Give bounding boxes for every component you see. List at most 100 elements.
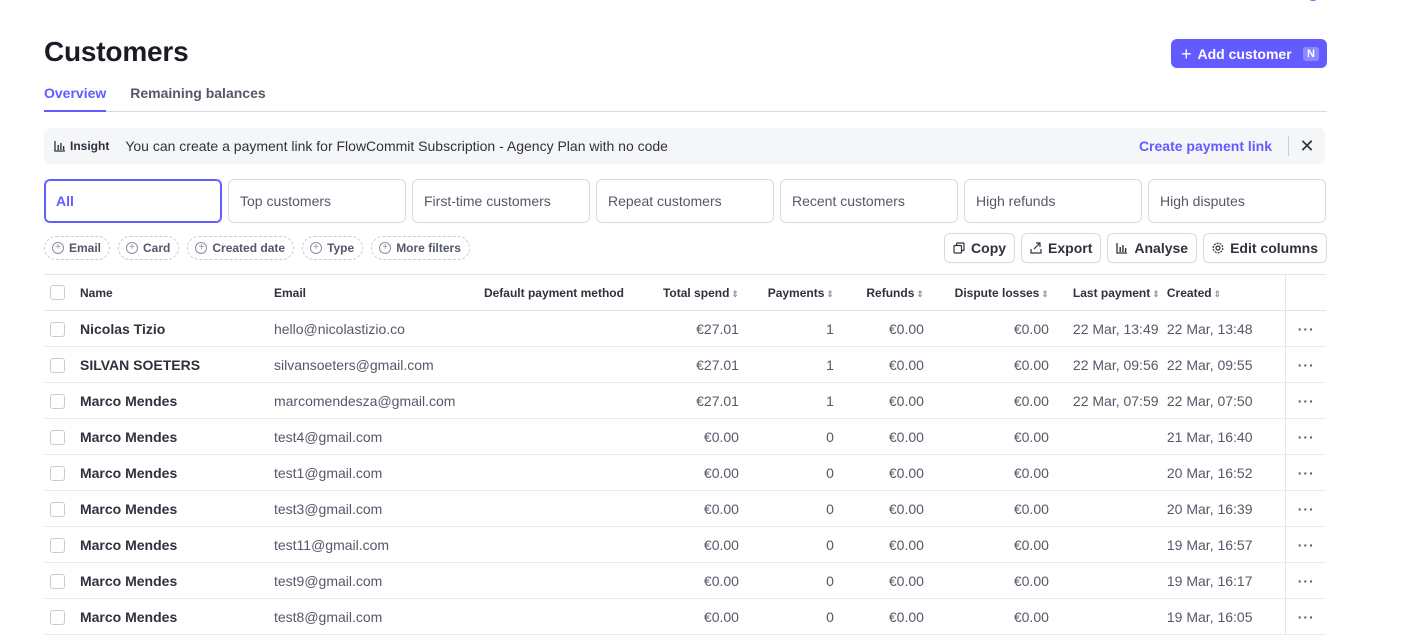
customer-name[interactable]: Marco Mendes bbox=[79, 562, 274, 599]
column-last-payment[interactable]: Last payment ⇕ bbox=[1048, 274, 1167, 311]
insight-tag: Insight bbox=[70, 139, 110, 153]
row-checkbox[interactable] bbox=[50, 501, 65, 517]
row-checkbox[interactable] bbox=[50, 321, 65, 337]
column-payments[interactable]: Payments ⇕ bbox=[738, 274, 834, 311]
column-dispute-losses[interactable]: Dispute losses ⇕ bbox=[923, 274, 1049, 311]
plus-circle-icon: + bbox=[379, 242, 392, 254]
sort-icon: ⇕ bbox=[731, 288, 739, 299]
more-icon[interactable]: ··· bbox=[1285, 418, 1326, 455]
export-button[interactable]: Export bbox=[1021, 233, 1102, 263]
row-checkbox[interactable] bbox=[50, 609, 65, 625]
table-row[interactable]: Marco Mendes test9@gmail.com €0.00 0 €0.00 €0… bbox=[44, 562, 1326, 599]
customer-dispute-losses: €0.00 bbox=[923, 418, 1049, 455]
table-row[interactable]: Nicolas Tizio hello@nicolastizio.co €27.01… bbox=[44, 310, 1326, 347]
customer-payments: 0 bbox=[738, 526, 834, 563]
filter-more[interactable]: + More filters bbox=[371, 236, 470, 260]
table-row[interactable]: Marco Mendes marcomendesza@gmail.com €27.0… bbox=[44, 382, 1326, 419]
edit-columns-button[interactable]: Edit columns bbox=[1203, 233, 1327, 263]
column-actions bbox=[1285, 274, 1326, 311]
bar-chart-icon bbox=[1116, 243, 1128, 254]
segment-repeat-customers[interactable]: Repeat customers bbox=[596, 179, 774, 223]
customer-dispute-losses: €0.00 bbox=[923, 526, 1049, 563]
create-payment-link[interactable]: Create payment link bbox=[1139, 136, 1289, 156]
customer-dispute-losses: €0.00 bbox=[923, 562, 1049, 599]
column-default-payment-method[interactable]: Default payment method bbox=[473, 274, 624, 311]
more-icon[interactable]: ··· bbox=[1285, 382, 1326, 419]
table-row[interactable]: Marco Mendes test8@gmail.com €0.00 0 €0.00 €0… bbox=[44, 598, 1326, 635]
table-row[interactable]: Marco Mendes test4@gmail.com €0.00 0 €0.00 €0… bbox=[44, 418, 1326, 455]
row-checkbox[interactable] bbox=[50, 357, 65, 373]
filter-email[interactable]: + Email bbox=[44, 236, 111, 260]
filter-card[interactable]: + Card bbox=[118, 236, 180, 260]
segment-recent-customers[interactable]: Recent customers bbox=[780, 179, 958, 223]
customer-payment-method bbox=[473, 310, 624, 347]
customer-payments: 0 bbox=[738, 490, 834, 527]
close-icon[interactable]: ✕ bbox=[1299, 137, 1315, 155]
table-row[interactable]: Marco Mendes test1@gmail.com €0.00 0 €0.00 €0… bbox=[44, 454, 1326, 491]
customer-refunds: €0.00 bbox=[833, 382, 924, 419]
customer-name[interactable]: Marco Mendes bbox=[79, 382, 274, 419]
customer-name[interactable]: Marco Mendes bbox=[79, 526, 274, 563]
customer-created: 20 Mar, 16:52 bbox=[1166, 454, 1286, 491]
segment-top-customers[interactable]: Top customers bbox=[228, 179, 406, 223]
more-icon[interactable]: ··· bbox=[1285, 526, 1326, 563]
segment-high-disputes[interactable]: High disputes bbox=[1148, 179, 1326, 223]
segment-high-refunds[interactable]: High refunds bbox=[964, 179, 1142, 223]
customer-total-spend: €0.00 bbox=[623, 598, 739, 635]
customer-name[interactable]: SILVAN SOETERS bbox=[79, 346, 274, 383]
segment-all[interactable]: All bbox=[44, 179, 222, 223]
customer-dispute-losses: €0.00 bbox=[923, 454, 1049, 491]
add-customer-button[interactable]: + Add customer N bbox=[1171, 39, 1327, 68]
customer-name[interactable]: Nicolas Tizio bbox=[79, 310, 274, 347]
customer-last-payment: 22 Mar, 09:56 bbox=[1048, 346, 1167, 383]
customer-payments: 0 bbox=[738, 598, 834, 635]
customer-name[interactable]: Marco Mendes bbox=[79, 490, 274, 527]
tab-remaining-balances[interactable]: Remaining balances bbox=[130, 84, 265, 112]
customer-name[interactable]: Marco Mendes bbox=[79, 454, 274, 491]
table-actions: Copy Export Analyse Edit columns bbox=[944, 233, 1327, 263]
column-name[interactable]: Name bbox=[79, 274, 274, 311]
row-checkbox[interactable] bbox=[50, 429, 65, 445]
customer-payment-method bbox=[473, 490, 624, 527]
row-select-cell bbox=[44, 598, 80, 635]
more-icon[interactable]: ··· bbox=[1285, 346, 1326, 383]
more-icon[interactable]: ··· bbox=[1285, 454, 1326, 491]
customer-payment-method bbox=[473, 526, 624, 563]
customer-email: hello@nicolastizio.co bbox=[273, 310, 474, 347]
customer-name[interactable]: Marco Mendes bbox=[79, 598, 274, 635]
column-total-spend[interactable]: Total spend ⇕ bbox=[623, 274, 739, 311]
customer-dispute-losses: €0.00 bbox=[923, 382, 1049, 419]
column-email[interactable]: Email bbox=[273, 274, 474, 311]
row-checkbox[interactable] bbox=[50, 465, 65, 481]
customer-created: 22 Mar, 13:48 bbox=[1166, 310, 1286, 347]
filter-type[interactable]: + Type bbox=[302, 236, 364, 260]
select-all-checkbox[interactable] bbox=[50, 285, 65, 301]
table-row[interactable]: SILVAN SOETERS silvansoeters@gmail.com €27… bbox=[44, 346, 1326, 383]
table-row[interactable]: Marco Mendes test11@gmail.com €0.00 0 €0.00 €… bbox=[44, 526, 1326, 563]
row-select-cell bbox=[44, 490, 80, 527]
copy-button[interactable]: Copy bbox=[944, 233, 1016, 263]
row-checkbox[interactable] bbox=[50, 537, 65, 553]
row-checkbox[interactable] bbox=[50, 573, 65, 589]
tab-bar: Overview Remaining balances bbox=[44, 84, 1327, 112]
filter-created-date[interactable]: + Created date bbox=[187, 236, 295, 260]
row-select-cell bbox=[44, 418, 80, 455]
row-checkbox[interactable] bbox=[50, 393, 65, 409]
segment-first-time-customers[interactable]: First-time customers bbox=[412, 179, 590, 223]
more-icon[interactable]: ··· bbox=[1285, 490, 1326, 527]
more-icon[interactable]: ··· bbox=[1285, 562, 1326, 599]
customer-total-spend: €27.01 bbox=[623, 310, 739, 347]
page-title: Customers bbox=[44, 36, 189, 67]
customer-name[interactable]: Marco Mendes bbox=[79, 418, 274, 455]
column-refunds[interactable]: Refunds ⇕ bbox=[833, 274, 924, 311]
more-icon[interactable]: ··· bbox=[1285, 598, 1326, 635]
table-row[interactable]: Marco Mendes test3@gmail.com €0.00 0 €0.00 €0… bbox=[44, 490, 1326, 527]
more-icon[interactable]: ··· bbox=[1285, 310, 1326, 347]
bar-chart-icon bbox=[54, 141, 65, 152]
tab-overview[interactable]: Overview bbox=[44, 84, 107, 112]
plus-circle-icon: + bbox=[310, 242, 323, 254]
analyse-button[interactable]: Analyse bbox=[1107, 233, 1198, 263]
column-created[interactable]: Created ⇕ bbox=[1166, 274, 1286, 311]
customer-last-payment bbox=[1048, 418, 1167, 455]
sort-icon: ⇕ bbox=[1041, 288, 1049, 299]
